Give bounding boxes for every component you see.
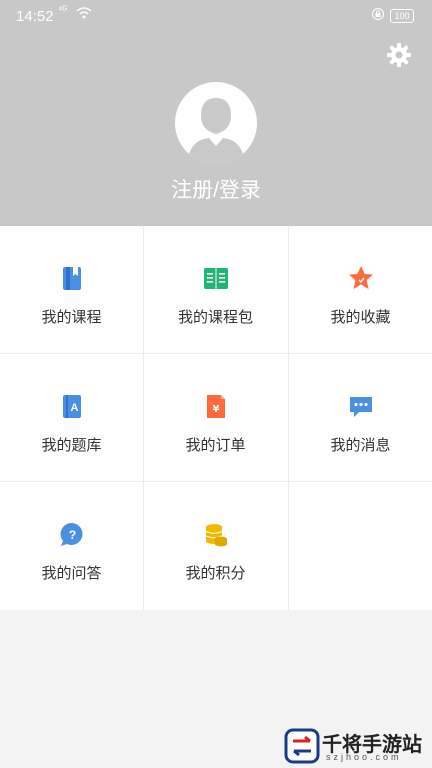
menu-grid: 我的课程 我的课程包 我的收藏 A 我的题库 ¥ 我的订单 我的消息 ? 我的问… [0, 226, 432, 610]
menu-item-messages[interactable]: 我的消息 [289, 354, 432, 481]
menu-item-orders[interactable]: ¥ 我的订单 [144, 354, 287, 481]
menu-label: 我的订单 [185, 437, 246, 454]
menu-item-course-packages[interactable]: 我的课程包 [144, 226, 287, 353]
coins-icon [205, 524, 227, 547]
status-time: 14:52 [16, 8, 54, 25]
menu-item-qa[interactable]: ? 我的问答 [0, 482, 143, 609]
profile-header: 注册/登录 [0, 32, 432, 226]
menu-label: 我的问答 [41, 565, 102, 582]
grid-divider [0, 481, 432, 482]
menu-label: 我的课程 [41, 309, 102, 326]
menu-label: 我的题库 [41, 437, 102, 454]
menu-label: 我的积分 [185, 565, 246, 582]
wifi-icon [76, 7, 92, 22]
grid-divider [143, 226, 144, 610]
open-book-icon [204, 268, 228, 289]
lock-icon [372, 8, 384, 23]
menu-item-points[interactable]: 我的积分 [144, 482, 287, 609]
status-bar: 14:52 ⁴ᴳ 100 [0, 0, 432, 32]
menu-label: 我的消息 [330, 437, 391, 454]
gear-icon[interactable] [386, 42, 412, 68]
network-signal: ⁴ᴳ [58, 5, 68, 16]
menu-item-question-bank[interactable]: A 我的题库 [0, 354, 143, 481]
menu-item-courses[interactable]: 我的课程 [0, 226, 143, 353]
grid-divider [0, 353, 432, 354]
grid-divider [288, 226, 289, 610]
svg-text:¥: ¥ [213, 404, 220, 415]
user-silhouette-icon [187, 98, 245, 164]
menu-label: 我的课程包 [177, 309, 253, 326]
order-icon: ¥ [207, 395, 225, 418]
watermark-logo-icon [284, 728, 320, 764]
menu-label: 我的收藏 [330, 309, 391, 326]
svg-text:?: ? [69, 528, 76, 542]
qa-icon: ? [60, 522, 83, 546]
watermark-url: szjhoo.com [326, 752, 402, 762]
menu-item-favorites[interactable]: 我的收藏 [289, 226, 432, 353]
message-icon [350, 397, 372, 417]
menu-empty-cell [289, 482, 432, 609]
avatar[interactable] [175, 82, 257, 164]
watermark: 千将手游站 szjhoo.com [282, 724, 432, 768]
battery-indicator: 100 [390, 9, 414, 23]
svg-text:A: A [71, 402, 79, 414]
star-icon [349, 266, 373, 289]
book-icon [63, 267, 81, 290]
register-login-link[interactable]: 注册/登录 [0, 174, 432, 204]
question-bank-icon: A [63, 395, 81, 418]
